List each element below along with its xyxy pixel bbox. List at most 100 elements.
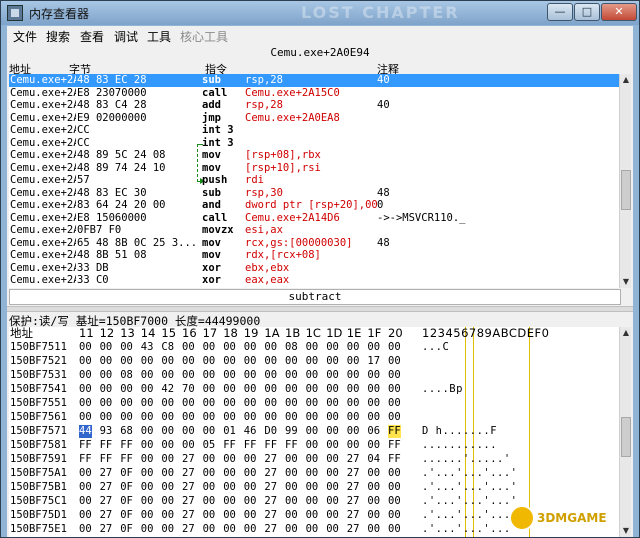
hex-byte[interactable]: 27 [264,467,277,480]
hex-row[interactable]: 150BF7571 44 93 68 00 00 00 00 01 46 D0 99 00 00 00 06 F… [9,425,621,438]
hex-byte[interactable]: 00 [326,495,339,508]
hex-byte[interactable]: 27 [264,495,277,508]
hex-row[interactable]: 150BF7591 FF FF FF 00 00 27 00 00 00 27 00 00 00 27 04 F… [9,453,621,466]
hex-byte[interactable]: 00 [79,341,92,354]
hex-byte[interactable]: 00 [326,509,339,522]
hex-byte[interactable]: 00 [306,495,319,508]
hex-byte[interactable]: 00 [100,411,113,424]
hex-byte[interactable]: 00 [161,439,174,452]
hex-byte[interactable]: 00 [326,425,339,438]
scroll-thumb[interactable] [621,170,631,210]
hex-byte[interactable]: 27 [264,453,277,466]
hex-byte[interactable]: 00 [79,481,92,494]
hex-byte[interactable]: 00 [347,341,360,354]
hex-byte[interactable]: 00 [306,383,319,396]
hex-byte[interactable]: 00 [182,369,195,382]
hex-byte[interactable]: 00 [306,411,319,424]
disasm-row[interactable]: Cemu.exe+2A0EC10FB7 F0 movzx esi,ax [9,224,621,237]
hex-byte[interactable]: 00 [347,397,360,410]
hex-byte[interactable]: 00 [388,341,401,354]
disasm-row[interactable]: Cemu.exe+2A0E9D48 83 C4 28 add rsp,28 40 [9,99,621,112]
hex-byte[interactable]: 00 [79,355,92,368]
hex-byte[interactable]: 00 [79,397,92,410]
hex-byte[interactable]: 00 [203,411,216,424]
hex-byte[interactable]: 00 [203,383,216,396]
hex-byte[interactable]: 00 [347,439,360,452]
hex-row[interactable]: 150BF7551 00 00 00 00 00 00 00 00 00 00 00 00 00 00 00 0… [9,397,621,410]
hex-byte[interactable]: 00 [388,481,401,494]
hex-byte[interactable]: 00 [244,383,257,396]
hex-byte[interactable]: 00 [326,383,339,396]
hex-byte[interactable]: 27 [264,509,277,522]
hex-row[interactable]: 150BF7581 FF FF FF 00 00 00 05 FF FF FF FF 00 00 00 00 F… [9,439,621,452]
hex-byte[interactable]: 00 [182,425,195,438]
hex-byte[interactable]: 00 [79,509,92,522]
hex-byte[interactable]: 00 [306,523,319,536]
minimize-button[interactable]: — [547,3,573,21]
hex-byte[interactable]: 00 [285,481,298,494]
hex-byte[interactable]: 00 [203,341,216,354]
hex-byte[interactable]: 00 [100,341,113,354]
hex-byte[interactable]: 00 [203,495,216,508]
hex-byte[interactable]: 00 [203,425,216,438]
hex-byte[interactable]: 00 [141,355,154,368]
hex-byte[interactable]: 00 [79,495,92,508]
hex-row-ascii[interactable]: ........... [422,439,497,452]
hex-byte[interactable]: 00 [264,355,277,368]
hex-byte[interactable]: 00 [367,369,380,382]
hex-byte[interactable]: 00 [326,369,339,382]
hex-byte[interactable]: 27 [264,523,277,536]
hex-byte[interactable]: 00 [285,383,298,396]
menu-search[interactable]: 搜索 [46,28,70,45]
hex-byte[interactable]: 00 [182,397,195,410]
disassembler-scrollbar[interactable]: ▲ ▼ [619,74,631,288]
hex-byte[interactable]: 00 [306,509,319,522]
hex-byte[interactable]: 08 [285,341,298,354]
hex-byte[interactable]: 00 [347,425,360,438]
hex-byte[interactable]: 00 [326,467,339,480]
hex-byte[interactable]: 00 [306,453,319,466]
hex-byte[interactable]: 00 [388,369,401,382]
hex-row-ascii[interactable]: ......'.....' [422,453,511,466]
hex-byte[interactable]: 00 [326,523,339,536]
hex-byte[interactable]: 00 [141,397,154,410]
hex-byte[interactable]: 08 [120,369,133,382]
hex-byte[interactable]: 99 [285,425,298,438]
hex-byte[interactable]: 00 [100,355,113,368]
hex-byte[interactable]: FF [223,439,236,452]
hex-byte[interactable]: 00 [367,411,380,424]
hex-byte[interactable]: 00 [285,411,298,424]
disasm-row[interactable]: Cemu.exe+2A0EBCE8 15060000 call Cemu.exe+2… [9,212,621,225]
scroll-thumb[interactable] [621,417,631,457]
hex-byte[interactable]: 00 [367,341,380,354]
hex-byte[interactable]: 00 [141,453,154,466]
hex-byte[interactable]: 27 [100,523,113,536]
hex-byte[interactable]: 00 [120,411,133,424]
hex-byte[interactable]: 27 [347,453,360,466]
scroll-down-icon[interactable]: ▼ [621,277,631,287]
hex-byte[interactable]: FF [100,439,113,452]
hex-byte[interactable]: FF [388,453,401,466]
hex-byte[interactable]: 00 [223,481,236,494]
hex-byte[interactable]: 00 [161,425,174,438]
hex-byte[interactable]: 00 [203,523,216,536]
hex-byte[interactable]: 00 [141,523,154,536]
hex-byte[interactable]: 00 [347,355,360,368]
hex-byte[interactable]: 00 [285,495,298,508]
hex-byte[interactable]: 0F [120,495,133,508]
hex-byte[interactable]: 43 [141,341,154,354]
disasm-row[interactable]: Cemu.exe+2A0E98E8 23070000 call Cemu.exe+2… [9,87,621,100]
hex-byte[interactable]: 00 [203,509,216,522]
hex-row-ascii[interactable]: .'...'...'...' [422,509,518,522]
hex-row-ascii[interactable]: .'...'...'...' [422,481,518,494]
hex-byte[interactable]: 00 [79,383,92,396]
hex-byte[interactable]: 00 [161,495,174,508]
hex-byte[interactable]: 00 [326,439,339,452]
hex-byte[interactable]: 00 [100,397,113,410]
hex-byte[interactable]: 27 [182,481,195,494]
hex-byte[interactable]: 00 [244,509,257,522]
disasm-row[interactable]: Cemu.exe+2A0ED133 DB xor ebx,ebx [9,262,621,275]
close-button[interactable]: ✕ [601,3,637,21]
hex-byte[interactable]: 42 [161,383,174,396]
disasm-row[interactable]: Cemu.exe+2A0EC465 48 8B 0C 25 3... mov rcx… [9,237,621,250]
